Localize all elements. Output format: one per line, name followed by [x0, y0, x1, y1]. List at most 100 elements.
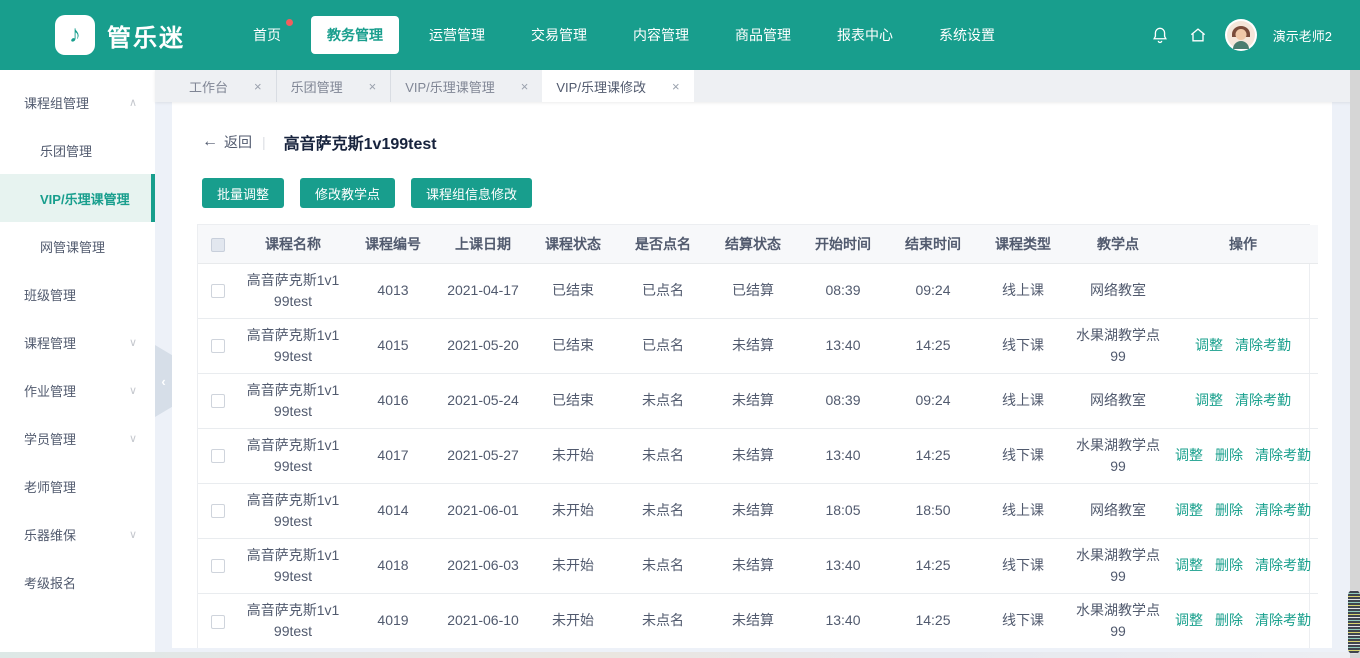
- cell-end: 09:24: [888, 263, 978, 319]
- top-navbar: ♪ 管乐迷 首页 教务管理 运营管理 交易管理 内容管理 商品管理 报表中心 系…: [0, 0, 1360, 70]
- row-checkbox[interactable]: [211, 614, 225, 629]
- cell-end: 14:25: [888, 318, 978, 374]
- sidebar-item-course-group[interactable]: 课程组管理 ∧: [0, 78, 155, 126]
- cell-type: 线上课: [978, 263, 1068, 319]
- close-icon[interactable]: ×: [672, 79, 680, 94]
- op-link[interactable]: 删除: [1215, 500, 1243, 521]
- sidebar-collapse-handle[interactable]: ‹: [155, 345, 172, 417]
- nav-item-products[interactable]: 商品管理: [719, 16, 807, 54]
- col-location: 教学点: [1068, 225, 1168, 264]
- nav-item-operations[interactable]: 运营管理: [413, 16, 501, 54]
- op-link[interactable]: 清除考勤: [1255, 445, 1311, 466]
- op-link[interactable]: 调整: [1175, 500, 1203, 521]
- row-checkbox[interactable]: [211, 559, 225, 574]
- cell-rollcall: 已点名: [618, 263, 708, 319]
- nav-item-home[interactable]: 首页: [237, 16, 297, 54]
- row-checkbox[interactable]: [211, 449, 225, 464]
- bottom-scroll-strip[interactable]: [0, 652, 1350, 658]
- op-link[interactable]: 调整: [1175, 445, 1203, 466]
- cell-settlement: 未结算: [708, 428, 798, 484]
- cell-settlement: 未结算: [732, 612, 774, 629]
- op-link[interactable]: 调整: [1175, 610, 1203, 631]
- cell-rollcall: 未点名: [618, 538, 708, 594]
- op-link[interactable]: 清除考勤: [1235, 335, 1291, 356]
- table-row: 高音萨克斯1v199test 4015 2021-05-20 已结束 已点名 未…: [198, 318, 1318, 374]
- sidebar-item-course-mgmt[interactable]: 课程管理 ∨: [0, 318, 155, 366]
- cell-location: 水果湖教学点99: [1068, 428, 1168, 484]
- table-header-row: 课程名称 课程编号 上课日期 课程状态 是否点名 结算状态 开始时间 结束时间 …: [198, 225, 1318, 264]
- nav-item-content[interactable]: 内容管理: [617, 16, 705, 54]
- row-checkbox[interactable]: [211, 504, 225, 519]
- select-all-checkbox[interactable]: [211, 237, 225, 252]
- sidebar-item-instrument-maintenance[interactable]: 乐器维保 ∨: [0, 510, 155, 558]
- cell-status: 已结束: [528, 263, 618, 319]
- close-icon[interactable]: ×: [254, 79, 262, 94]
- nav-item-settings[interactable]: 系统设置: [923, 16, 1011, 54]
- cell-course-name: 高音萨克斯1v199test: [238, 428, 348, 484]
- nav-item-transactions[interactable]: 交易管理: [515, 16, 603, 54]
- batch-adjust-button[interactable]: 批量调整: [202, 178, 285, 208]
- change-location-button[interactable]: 修改教学点: [300, 178, 396, 208]
- sidebar-item-teachers[interactable]: 老师管理: [0, 462, 155, 510]
- op-link[interactable]: 调整: [1195, 390, 1223, 411]
- cell-location: 网络教室: [1068, 263, 1168, 319]
- sidebar-item-vip-theory[interactable]: VIP/乐理课管理: [0, 174, 155, 222]
- home-icon[interactable]: [1187, 24, 1209, 46]
- sidebar-item-students[interactable]: 学员管理 ∨: [0, 414, 155, 462]
- cell-type: 线上课: [978, 483, 1068, 539]
- op-link[interactable]: 清除考勤: [1235, 390, 1291, 411]
- row-checkbox[interactable]: [211, 394, 225, 409]
- sidebar-item-online-course[interactable]: 网管课管理: [0, 222, 155, 270]
- op-link[interactable]: 调整: [1175, 555, 1203, 576]
- content-area: ← 返回 | 高音萨克斯1v199test 批量调整 修改教学点 课程组信息修改: [155, 102, 1350, 658]
- vertical-scrollbar-thumb[interactable]: [1348, 590, 1360, 654]
- tab-label: VIP/乐理课管理: [405, 79, 495, 95]
- cell-end: 14:25: [888, 538, 978, 594]
- cell-status: 未开始: [552, 612, 594, 629]
- cell-date: 2021-06-03: [438, 538, 528, 594]
- app-logo[interactable]: ♪: [55, 15, 95, 55]
- back-button[interactable]: ← 返回: [202, 132, 252, 152]
- close-icon[interactable]: ×: [521, 79, 529, 94]
- sidebar-item-homework[interactable]: 作业管理 ∨: [0, 366, 155, 414]
- tab-band-mgmt[interactable]: 乐团管理 ×: [275, 70, 391, 102]
- sidebar-item-exam-signup[interactable]: 考级报名: [0, 558, 155, 606]
- table-row: 高音萨克斯1v199test 4018 2021-06-03 未开始 未点名 未…: [198, 538, 1318, 594]
- notification-dot: [286, 19, 293, 26]
- row-checkbox[interactable]: [211, 284, 225, 299]
- user-avatar[interactable]: [1224, 19, 1257, 51]
- toolbar: 批量调整 修改教学点 课程组信息修改: [197, 178, 1310, 208]
- chevron-down-icon: ∨: [128, 528, 137, 541]
- chevron-up-icon: ∧: [128, 96, 137, 109]
- sidebar-gutter: ‹: [155, 102, 172, 658]
- cell-type: 线下课: [978, 428, 1068, 484]
- sidebar-item-band-mgmt[interactable]: 乐团管理: [0, 126, 155, 174]
- op-link[interactable]: 清除考勤: [1255, 500, 1311, 521]
- chevron-down-icon: ∨: [128, 384, 137, 397]
- tab-vip-theory-edit[interactable]: VIP/乐理课修改 ×: [542, 70, 694, 102]
- op-link[interactable]: 调整: [1195, 335, 1223, 356]
- col-actions: 操作: [1168, 225, 1318, 264]
- cell-type: 线下课: [978, 538, 1068, 594]
- cell-course-name: 高音萨克斯1v199test: [238, 538, 348, 594]
- tab-workbench[interactable]: 工作台 ×: [175, 70, 276, 102]
- tab-vip-theory-mgmt[interactable]: VIP/乐理课管理 ×: [390, 70, 542, 102]
- op-link[interactable]: 删除: [1215, 445, 1243, 466]
- cell-location: 网络教室: [1068, 483, 1168, 539]
- cell-status: 已结束: [528, 373, 618, 429]
- op-link[interactable]: 清除考勤: [1255, 610, 1311, 631]
- sidebar-item-label: 作业管理: [24, 383, 77, 399]
- close-icon[interactable]: ×: [369, 79, 377, 94]
- op-link[interactable]: 清除考勤: [1255, 555, 1311, 576]
- sidebar-item-class-mgmt[interactable]: 班级管理: [0, 270, 155, 318]
- vertical-scrollbar-track[interactable]: [1348, 70, 1360, 658]
- op-link[interactable]: 删除: [1215, 555, 1243, 576]
- nav-item-reports[interactable]: 报表中心: [821, 16, 909, 54]
- edit-course-group-button[interactable]: 课程组信息修改: [411, 178, 533, 208]
- bell-icon[interactable]: [1149, 24, 1171, 46]
- nav-item-academic[interactable]: 教务管理: [311, 16, 399, 54]
- col-start: 开始时间: [798, 225, 888, 264]
- cell-date: 2021-04-17: [438, 263, 528, 319]
- op-link[interactable]: 删除: [1215, 610, 1243, 631]
- row-checkbox[interactable]: [211, 339, 225, 354]
